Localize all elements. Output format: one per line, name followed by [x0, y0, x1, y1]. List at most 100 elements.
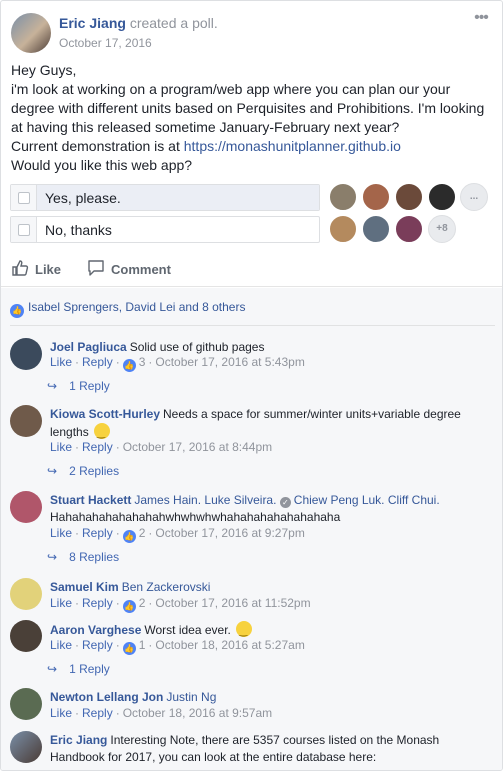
comment-icon [87, 259, 105, 280]
comment-reply-link[interactable]: Reply [82, 526, 113, 540]
poll-checkbox[interactable] [11, 217, 37, 242]
post-line: Hey Guys, [11, 62, 77, 78]
comment-reply-link[interactable]: Reply [82, 355, 113, 369]
demo-link[interactable]: https://monashunitplanner.github.io [184, 138, 401, 154]
commenter-avatar[interactable] [10, 731, 42, 763]
comment-reply-link[interactable]: Reply [82, 440, 113, 454]
more-voters-button[interactable]: ... [460, 183, 488, 211]
voter-avatar[interactable] [428, 183, 456, 211]
tagged-user[interactable]: Ben Zackerovski [122, 580, 211, 594]
commenter-name[interactable]: Joel Pagliuca [50, 340, 127, 354]
comments-section: 👍 Isabel Sprengers, David Lei and 8 other… [1, 288, 502, 770]
tagged-user[interactable]: Luke Silveira. [204, 493, 276, 507]
like-button[interactable]: Like [11, 259, 61, 280]
commenter-avatar[interactable] [10, 688, 42, 720]
reply-arrow-icon: ↪ [47, 662, 58, 676]
commenter-avatar[interactable] [10, 338, 42, 370]
replies-count[interactable]: 8 Replies [69, 550, 119, 564]
comment-text: Eric Jiang Interesting Note, there are 53… [50, 732, 490, 766]
post-line: Would you like this web app? [11, 157, 193, 173]
comment-meta: Like · Reply · 👍 2 · October 17, 2016 at 9:27pm [50, 526, 305, 543]
commenter-name[interactable]: Aaron Varghese [50, 623, 141, 637]
comment-like-count[interactable]: 1 [139, 638, 146, 652]
commenter-name[interactable]: Stuart Hackett [50, 493, 131, 507]
likers-summary[interactable]: 👍 Isabel Sprengers, David Lei and 8 other… [10, 300, 245, 318]
like-label: Like [35, 262, 62, 277]
tagged-user[interactable]: James Hain. [134, 493, 201, 507]
comment-body: Solid use of github pages [129, 340, 265, 354]
comment-like-count[interactable]: 3 [139, 355, 146, 369]
comment-time[interactable]: October 18, 2016 at 9:57am [123, 706, 272, 720]
comment-like-count[interactable]: 2 [139, 596, 146, 610]
post-line: Current demonstration is at [11, 138, 184, 154]
comment-like-link[interactable]: Like [50, 638, 72, 652]
comment-body: Hahahahahahahahahwhwhwhwhahahahahahahaha… [50, 510, 341, 524]
comment-reply-link[interactable]: Reply [82, 706, 113, 720]
poll-post-card: Eric Jiang created a poll. October 17, 2… [0, 0, 503, 771]
comment-time[interactable]: October 18, 2016 at 5:27am [155, 638, 304, 652]
comment-text: Newton Lellang Jon Justin Ng [50, 689, 490, 706]
author-name[interactable]: Eric Jiang [59, 15, 126, 31]
post-body: Hey Guys, i'm look at working on a progr… [11, 61, 491, 175]
like-reaction-icon: 👍 [122, 642, 136, 655]
poll-option-label: Yes, please. [45, 190, 121, 206]
comment-body: Interesting Note, there are 5357 courses… [50, 733, 440, 764]
thumbs-up-icon [11, 259, 29, 280]
voter-avatar[interactable] [395, 183, 423, 211]
commenter-name[interactable]: Samuel Kim [50, 580, 119, 594]
voter-avatar[interactable] [362, 183, 390, 211]
comment-text: Joel Pagliuca Solid use of github pages [50, 339, 490, 356]
post-date[interactable]: October 17, 2016 [59, 36, 152, 50]
poll-checkbox[interactable] [11, 185, 37, 210]
comment-like-link[interactable]: Like [50, 706, 72, 720]
comment-like-link[interactable]: Like [50, 526, 72, 540]
comment-like-count[interactable]: 2 [139, 526, 146, 540]
replies-count[interactable]: 2 Replies [69, 464, 119, 478]
smile-emoji-icon [236, 621, 253, 640]
comment-time[interactable]: October 17, 2016 at 8:44pm [123, 440, 272, 454]
view-replies-link[interactable]: ↪ 1 Reply [47, 662, 110, 676]
post-line: degree with different units based on Per… [11, 100, 485, 116]
commenter-avatar[interactable] [10, 491, 42, 523]
like-reaction-icon: 👍 [10, 304, 24, 318]
comment-reply-link[interactable]: Reply [82, 596, 113, 610]
view-replies-link[interactable]: ↪ 8 Replies [47, 550, 119, 564]
reply-arrow-icon: ↪ [47, 464, 58, 478]
poll-option-yes[interactable]: Yes, please. [10, 184, 320, 211]
comment-time[interactable]: October 17, 2016 at 11:52pm [155, 596, 310, 610]
commenter-avatar[interactable] [10, 620, 42, 652]
tagged-user[interactable]: Cliff Chui. [388, 493, 440, 507]
smile-emoji-icon [94, 423, 111, 442]
comment-like-link[interactable]: Like [50, 355, 72, 369]
voter-avatar[interactable] [362, 215, 390, 243]
voter-avatar[interactable] [329, 183, 357, 211]
voter-avatar[interactable] [329, 215, 357, 243]
tagged-user[interactable]: Justin Ng [166, 690, 216, 704]
comment-meta: Like · Reply · 👍 2 · October 17, 2016 at 11:52p… [50, 596, 311, 613]
commenter-name[interactable]: Kiowa Scott-Hurley [50, 407, 160, 421]
author-avatar[interactable] [11, 13, 51, 53]
more-voters-button[interactable]: +8 [428, 215, 456, 243]
likers-text[interactable]: Isabel Sprengers, David Lei and 8 others [28, 300, 245, 314]
commenter-avatar[interactable] [10, 405, 42, 437]
comment-reply-link[interactable]: Reply [82, 638, 113, 652]
comment-text: Kiowa Scott-Hurley Needs a space for summ… [50, 406, 490, 442]
voter-avatar[interactable] [395, 215, 423, 243]
view-replies-link[interactable]: ↪ 1 Reply [47, 379, 110, 393]
comment-time[interactable]: October 17, 2016 at 9:27pm [155, 526, 304, 540]
commenter-name[interactable]: Newton Lellang Jon [50, 690, 163, 704]
commenter-avatar[interactable] [10, 578, 42, 610]
comment-button[interactable]: Comment [87, 259, 171, 280]
tagged-user[interactable]: Chiew Peng Luk. [294, 493, 385, 507]
replies-count[interactable]: 1 Reply [69, 379, 110, 393]
view-replies-link[interactable]: ↪ 2 Replies [47, 464, 119, 478]
post-line: i'm look at working on a program/web app… [11, 81, 451, 97]
ellipsis-icon[interactable]: ••• [471, 10, 491, 29]
poll-option-no[interactable]: No, thanks [10, 216, 320, 243]
replies-count[interactable]: 1 Reply [69, 662, 110, 676]
comment-time[interactable]: October 17, 2016 at 5:43pm [155, 355, 304, 369]
comment-like-link[interactable]: Like [50, 596, 72, 610]
commenter-name[interactable]: Eric Jiang [50, 733, 107, 747]
comment-like-link[interactable]: Like [50, 440, 72, 454]
comment-meta: Like · Reply · October 17, 2016 at 8:44pm [50, 440, 273, 454]
